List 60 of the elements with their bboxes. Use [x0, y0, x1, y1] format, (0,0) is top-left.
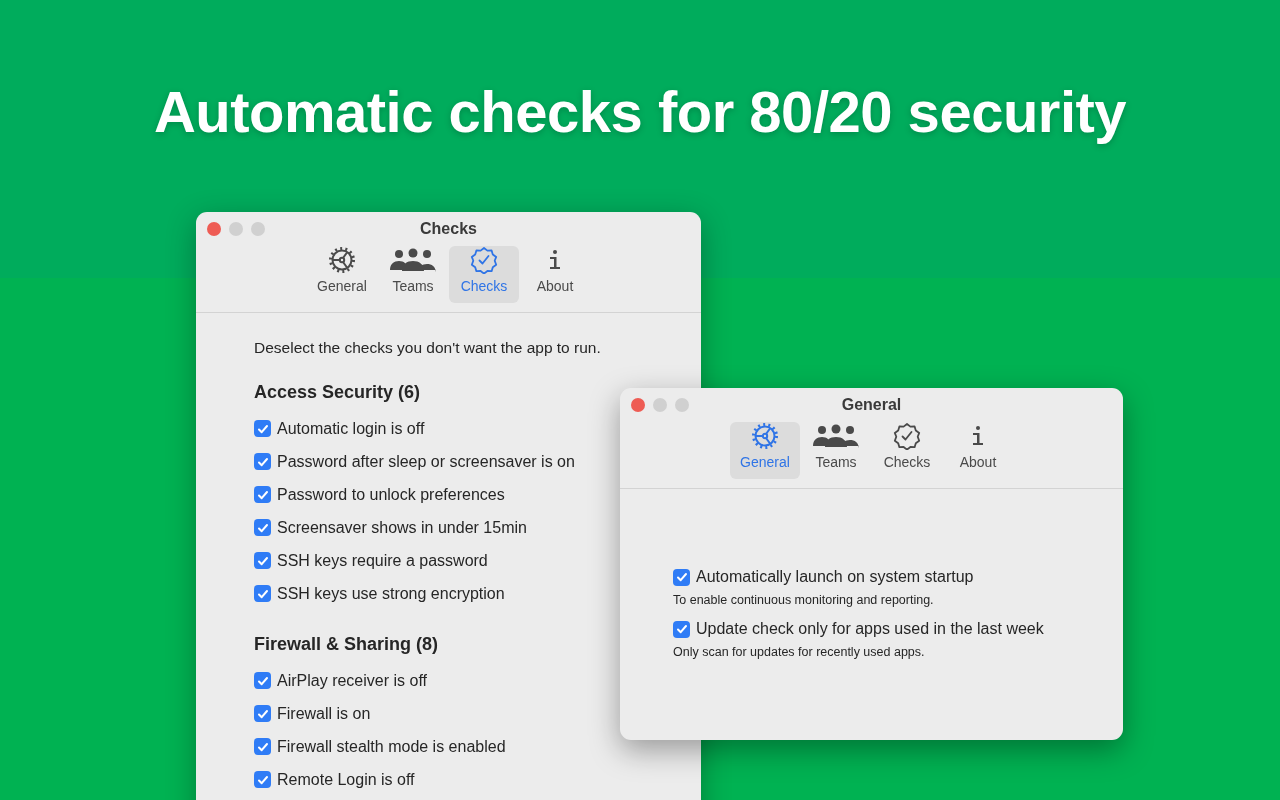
check-label: Firewall stealth mode is enabled [277, 736, 506, 757]
checkbox[interactable] [254, 420, 271, 437]
checkmark-icon [256, 488, 269, 501]
headline: Automatic checks for 80/20 security [152, 78, 1128, 146]
badge-check-icon [470, 246, 498, 274]
checkbox[interactable] [254, 771, 271, 788]
checkmark-icon [675, 623, 688, 635]
gear-icon [751, 422, 779, 450]
check-label: SSH keys use strong encryption [277, 583, 505, 604]
checkbox[interactable] [673, 620, 690, 638]
check-label: Remote Login is off [277, 769, 415, 790]
checkmark-icon [256, 773, 269, 786]
people-icon [813, 424, 859, 448]
checkmark-icon [675, 571, 688, 583]
checkbox[interactable] [254, 585, 271, 602]
toolbar-tab[interactable]: Teams [801, 422, 871, 479]
check-label: Firewall is on [277, 703, 371, 724]
window-title: Checks [420, 219, 477, 239]
checkmark-icon [256, 455, 269, 468]
checkmark-icon [256, 587, 269, 600]
toolbar-tab[interactable]: Teams [378, 246, 448, 303]
toolbar-tab[interactable]: About [520, 246, 590, 303]
checkbox[interactable] [673, 568, 690, 586]
section-heading: Firewall & Sharing (8) [254, 633, 439, 656]
check-label: Automatic login is off [277, 418, 425, 439]
instruction-text: Deselect the checks you don't want the app to run. [254, 338, 602, 358]
toolbar-tab[interactable]: General [307, 246, 377, 303]
option-label: Automatically launch on system startup [696, 567, 974, 587]
checkmark-icon [256, 554, 269, 567]
checkbox[interactable] [254, 738, 271, 755]
window-title: General [841, 395, 902, 415]
close-button[interactable] [631, 398, 645, 412]
checkbox[interactable] [254, 453, 271, 470]
option-description: Only scan for updates for recently used apps. [673, 644, 926, 660]
checkmark-icon [256, 422, 269, 435]
checkmark-icon [256, 740, 269, 753]
checkbox[interactable] [254, 519, 271, 536]
info-icon [548, 248, 562, 272]
gear-icon [328, 246, 356, 274]
check-label: Screensaver shows in under 15min [277, 517, 527, 538]
check-label: AirPlay receiver is off [277, 670, 427, 691]
section-heading: Access Security (6) [254, 381, 421, 404]
checkmark-icon [256, 521, 269, 534]
checkbox[interactable] [254, 486, 271, 503]
option-description: To enable continuous monitoring and reporting. [673, 592, 935, 608]
checkmark-icon [256, 707, 269, 720]
people-icon [390, 248, 436, 272]
check-label: Password to unlock preferences [277, 484, 505, 505]
close-button[interactable] [207, 222, 221, 236]
toolbar-tab[interactable]: About [943, 422, 1013, 479]
checkbox[interactable] [254, 552, 271, 569]
badge-check-icon [893, 422, 921, 450]
option-label: Update check only for apps used in the last week [696, 619, 1044, 639]
check-label: SSH keys require a password [277, 550, 488, 571]
info-icon [971, 424, 985, 448]
checkbox[interactable] [254, 672, 271, 689]
checkmark-icon [256, 674, 269, 687]
toolbar-tab[interactable]: Checks [872, 422, 942, 479]
check-label: Password after sleep or screensaver is on [277, 451, 575, 472]
checkbox[interactable] [254, 705, 271, 722]
